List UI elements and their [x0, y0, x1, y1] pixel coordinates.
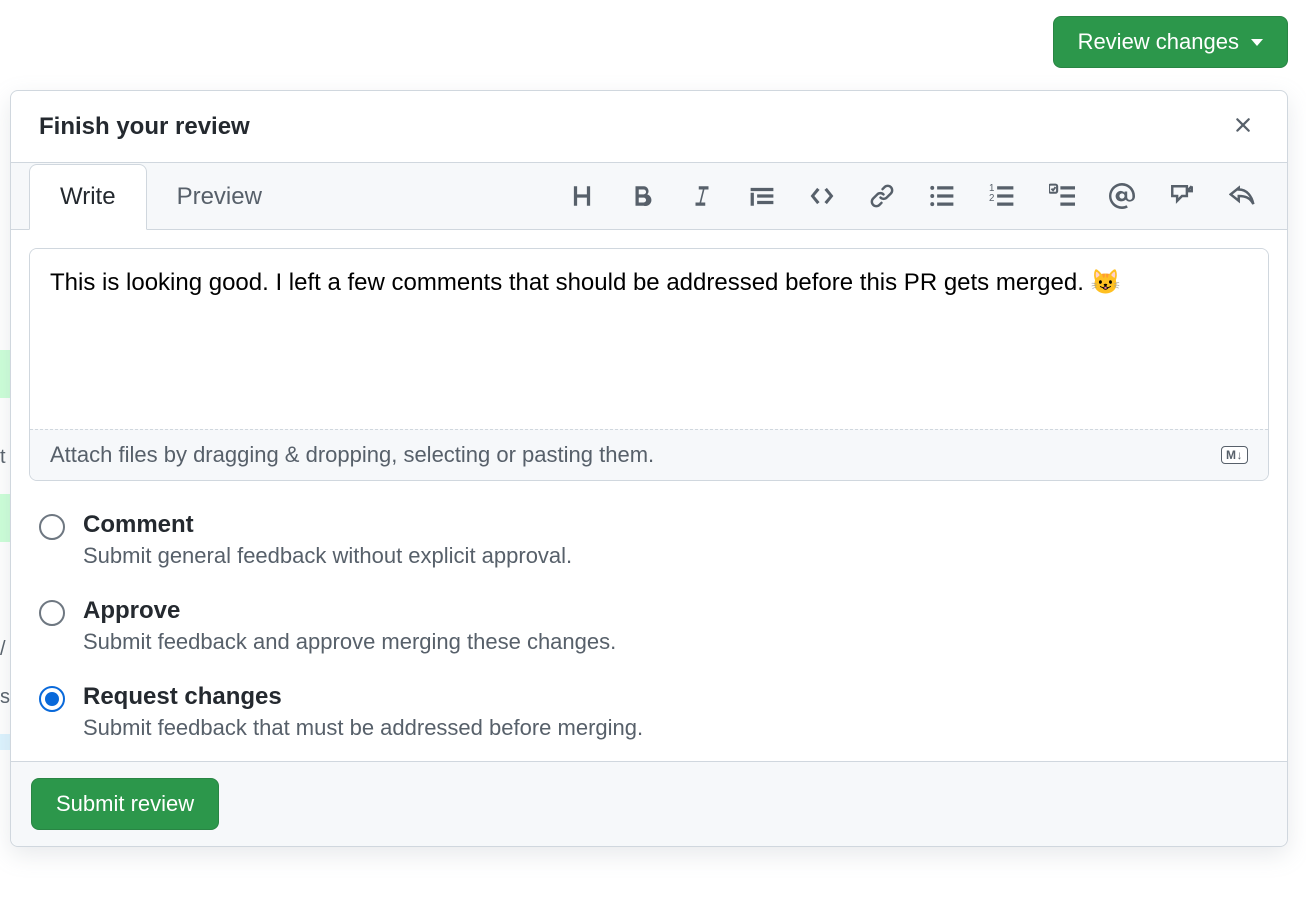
svg-text:2: 2 [989, 193, 994, 204]
italic-button[interactable] [685, 179, 719, 213]
review-modal: Finish your review Write Preview 12 [10, 90, 1288, 847]
link-icon [869, 183, 895, 209]
unordered-list-button[interactable] [925, 179, 959, 213]
code-icon [809, 183, 835, 209]
caret-down-icon [1251, 39, 1263, 46]
review-changes-label: Review changes [1078, 29, 1239, 55]
markdown-icon[interactable]: M↓ [1221, 446, 1248, 464]
option-comment-label: Comment [83, 511, 572, 539]
mention-icon [1109, 183, 1135, 209]
reply-icon [1229, 183, 1255, 209]
modal-footer: Submit review [11, 761, 1287, 846]
radio-request-changes[interactable] [39, 686, 65, 712]
option-approve-desc: Submit feedback and approve merging thes… [83, 629, 616, 655]
ordered-list-button[interactable]: 12 [985, 179, 1019, 213]
list-bullet-icon [929, 183, 955, 209]
tasklist-icon [1049, 183, 1075, 209]
diff-gutter: t / s [0, 350, 10, 750]
attach-row[interactable]: Attach files by dragging & dropping, sel… [30, 429, 1268, 480]
radio-comment[interactable] [39, 514, 65, 540]
link-button[interactable] [865, 179, 899, 213]
cross-reference-button[interactable] [1165, 179, 1199, 213]
quote-button[interactable] [745, 179, 779, 213]
option-comment[interactable]: Comment Submit general feedback without … [39, 511, 1259, 569]
submit-review-button[interactable]: Submit review [31, 778, 219, 830]
option-comment-desc: Submit general feedback without explicit… [83, 543, 572, 569]
bold-icon [629, 183, 655, 209]
modal-title: Finish your review [39, 113, 250, 141]
list-numbered-icon: 12 [989, 183, 1015, 209]
editor-toolbar-row: Write Preview 12 [11, 163, 1287, 230]
task-list-button[interactable] [1045, 179, 1079, 213]
code-button[interactable] [805, 179, 839, 213]
comment-textarea[interactable] [30, 249, 1268, 429]
close-button[interactable] [1227, 109, 1259, 144]
option-request-changes[interactable]: Request changes Submit feedback that mus… [39, 683, 1259, 741]
modal-header: Finish your review [11, 91, 1287, 163]
review-changes-button[interactable]: Review changes [1053, 16, 1288, 68]
tab-preview[interactable]: Preview [147, 164, 292, 230]
option-request-changes-desc: Submit feedback that must be addressed b… [83, 715, 643, 741]
comment-field-wrap: Attach files by dragging & dropping, sel… [29, 248, 1269, 481]
quote-icon [749, 183, 775, 209]
reply-button[interactable] [1225, 179, 1259, 213]
option-request-changes-label: Request changes [83, 683, 643, 711]
close-icon [1231, 113, 1255, 137]
cross-reference-icon [1169, 183, 1195, 209]
markdown-toolbar: 12 [565, 179, 1269, 213]
heading-button[interactable] [565, 179, 599, 213]
attach-hint: Attach files by dragging & dropping, sel… [50, 442, 654, 468]
heading-icon [569, 183, 595, 209]
option-approve[interactable]: Approve Submit feedback and approve merg… [39, 597, 1259, 655]
option-approve-label: Approve [83, 597, 616, 625]
radio-approve[interactable] [39, 600, 65, 626]
editor-tabs: Write Preview [29, 163, 292, 229]
italic-icon [689, 183, 715, 209]
editor-area: Attach files by dragging & dropping, sel… [11, 230, 1287, 499]
bold-button[interactable] [625, 179, 659, 213]
review-options: Comment Submit general feedback without … [11, 499, 1287, 761]
tab-write[interactable]: Write [29, 164, 147, 230]
mention-button[interactable] [1105, 179, 1139, 213]
